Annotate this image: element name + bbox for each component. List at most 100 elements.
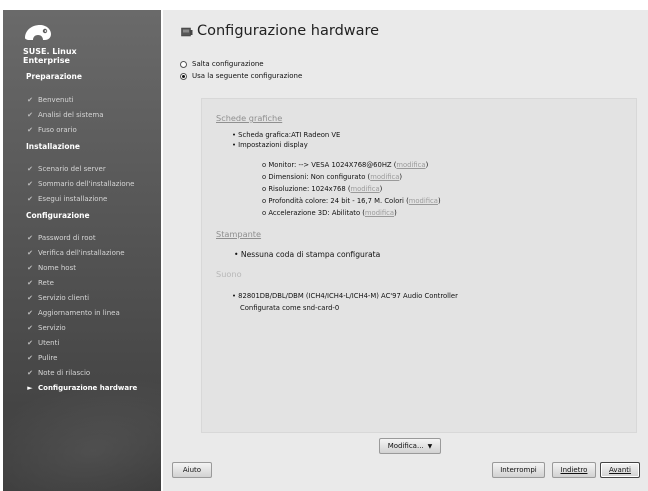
- check-icon: ✔: [27, 279, 33, 287]
- nav-item-fuso-orario: ✔ Fuso orario: [26, 126, 77, 134]
- check-icon: ✔: [27, 234, 33, 242]
- check-icon: ✔: [27, 309, 33, 317]
- nav-item-label: Pulire: [38, 354, 58, 362]
- brand-line-1: SUSE. Linux: [23, 47, 77, 56]
- nav-item-password-root: ✔ Password di root: [26, 234, 96, 242]
- modifica-button-label: Modifica...: [387, 442, 424, 450]
- nav-item-label: Sommario dell'installazione: [38, 180, 135, 188]
- radio-salta-configurazione[interactable]: Salta configurazione: [180, 60, 264, 68]
- modifica-profondita-link[interactable]: modifica: [409, 197, 438, 205]
- section-configurazione: Configurazione: [26, 211, 90, 220]
- display-settings-label: Impostazioni display: [238, 141, 308, 149]
- nav-item-label: Esegui installazione: [38, 195, 108, 203]
- graphics-card-line: • Scheda grafica:ATI Radeon VE: [232, 131, 341, 139]
- heading-stampante[interactable]: Stampante: [216, 229, 261, 239]
- check-icon: ✔: [27, 324, 33, 332]
- nav-item-aggiornamento: ✔ Aggiornamento in linea: [26, 309, 120, 317]
- nav-item-label: Benvenuti: [38, 96, 74, 104]
- monitor-line: o Monitor: --> VESA 1024X768@60HZ (modif…: [262, 161, 429, 169]
- nav-item-label: Verifica dell'installazione: [38, 249, 125, 257]
- graphics-card-value: Scheda grafica:ATI Radeon VE: [238, 131, 341, 139]
- profondita-value: Profondità colore: 24 bit - 16,7 M. Colo…: [268, 197, 409, 205]
- nav-item-note-rilascio: ✔ Note di rilascio: [26, 369, 90, 377]
- heading-schede-grafiche[interactable]: Schede grafiche: [216, 113, 282, 123]
- nav-item-utenti: ✔ Utenti: [26, 339, 59, 347]
- nav-item-label: Fuso orario: [38, 126, 77, 134]
- nav-item-label: Note di rilascio: [38, 369, 91, 377]
- avanti-button-label: Avanti: [609, 466, 631, 474]
- dimensioni-line: o Dimensioni: Non configurato (modifica): [262, 173, 403, 181]
- installer-window: SUSE. Linux Enterprise Preparazione ✔ Ben…: [0, 0, 648, 491]
- printer-status-line: • Nessuna coda di stampa configurata: [234, 250, 381, 259]
- check-icon: ✔: [27, 294, 33, 302]
- check-icon: ✔: [27, 264, 33, 272]
- radio-label: Usa la seguente configurazione: [192, 72, 303, 80]
- accelerazione-value: Accelerazione 3D: Abilitato (: [268, 209, 365, 217]
- nav-item-label: Rete: [38, 279, 54, 287]
- check-icon: ✔: [27, 165, 33, 173]
- check-icon: ✔: [27, 249, 33, 257]
- indietro-button[interactable]: Indietro: [552, 462, 596, 478]
- check-icon: ✔: [27, 369, 33, 377]
- check-icon: ✔: [27, 354, 33, 362]
- avanti-button[interactable]: Avanti: [600, 462, 640, 478]
- sound-config-line: Configurata come snd-card-0: [240, 304, 340, 312]
- hardware-summary-panel: Schede grafiche • Scheda grafica:ATI Rad…: [201, 98, 637, 433]
- interrompi-button[interactable]: Interrompi: [492, 462, 545, 478]
- indietro-button-label: Indietro: [560, 466, 588, 474]
- check-icon: ✔: [27, 180, 33, 188]
- monitor-value: Monitor: --> VESA 1024X768@60HZ (: [268, 161, 397, 169]
- hardware-icon: [181, 27, 193, 37]
- nav-item-label: Password di root: [38, 234, 96, 242]
- aiuto-button-label: Aiuto: [182, 466, 202, 474]
- nav-item-label: Aggiornamento in linea: [38, 309, 120, 317]
- profondita-line: o Profondità colore: 24 bit - 16,7 M. Co…: [262, 197, 441, 205]
- nav-item-benvenuti: ✔ Benvenuti: [26, 96, 74, 104]
- modifica-risoluzione-link[interactable]: modifica: [351, 185, 380, 193]
- nav-item-label: Scenario del server: [38, 165, 106, 173]
- product-brand: SUSE. Linux Enterprise: [23, 47, 77, 65]
- radio-button-selected[interactable]: [180, 72, 187, 80]
- radio-label: Salta configurazione: [192, 60, 264, 68]
- nav-item-servizio: ✔ Servizio: [26, 324, 66, 332]
- check-icon: ✔: [27, 111, 33, 119]
- modifica-dimensioni-link[interactable]: modifica: [370, 173, 399, 181]
- nav-item-label: Nome host: [38, 264, 76, 272]
- nav-item-label: Servizio: [38, 324, 66, 332]
- display-settings-line: • Impostazioni display: [232, 141, 308, 149]
- nav-item-sommario: ✔ Sommario dell'installazione: [26, 180, 134, 188]
- check-icon: ✔: [27, 195, 33, 203]
- modifica-dropdown-button[interactable]: Modifica... ▼: [379, 438, 441, 454]
- risoluzione-value: Risoluzione: 1024x768 (: [268, 185, 351, 193]
- heading-suono[interactable]: Suono: [216, 269, 242, 279]
- check-icon: ✔: [27, 126, 33, 134]
- nav-item-configurazione-hardware: ► Configurazione hardware: [26, 384, 137, 392]
- sidebar: SUSE. Linux Enterprise Preparazione ✔ Ben…: [3, 10, 161, 491]
- chevron-down-icon: ▼: [427, 442, 433, 450]
- suse-chameleon-logo-icon: [25, 25, 51, 40]
- nav-item-label: Analisi del sistema: [38, 111, 104, 119]
- nav-item-label: Utenti: [38, 339, 60, 347]
- modifica-accelerazione-link[interactable]: modifica: [365, 209, 394, 217]
- printer-status-value: Nessuna coda di stampa configurata: [240, 250, 381, 259]
- section-installazione: Installazione: [26, 142, 80, 151]
- check-icon: ✔: [27, 339, 33, 347]
- nav-item-analisi: ✔ Analisi del sistema: [26, 111, 104, 119]
- nav-item-esegui: ✔ Esegui installazione: [26, 195, 107, 203]
- dimensioni-value: Dimensioni: Non configurato (: [268, 173, 371, 181]
- current-step-arrow-icon: ►: [27, 384, 33, 392]
- nav-item-pulire: ✔ Pulire: [26, 354, 57, 362]
- nav-item-label: Configurazione hardware: [38, 384, 138, 392]
- radio-button[interactable]: [180, 60, 187, 68]
- page-title: Configurazione hardware: [197, 23, 380, 39]
- nav-item-nome-host: ✔ Nome host: [26, 264, 76, 272]
- nav-item-servizio-clienti: ✔ Servizio clienti: [26, 294, 89, 302]
- risoluzione-line: o Risoluzione: 1024x768 (modifica): [262, 185, 383, 193]
- modifica-monitor-link[interactable]: modifica: [396, 161, 425, 169]
- sound-device-line: • 82801DB/DBL/DBM (ICH4/ICH4-L/ICH4-M) A…: [232, 292, 458, 300]
- accelerazione-line: o Accelerazione 3D: Abilitato (modifica): [262, 209, 397, 217]
- aiuto-button[interactable]: Aiuto: [172, 462, 212, 478]
- interrompi-button-label: Interrompi: [500, 466, 537, 474]
- sound-device-value: 82801DB/DBL/DBM (ICH4/ICH4-L/ICH4-M) AC'…: [238, 292, 458, 300]
- radio-usa-configurazione[interactable]: Usa la seguente configurazione: [180, 72, 302, 80]
